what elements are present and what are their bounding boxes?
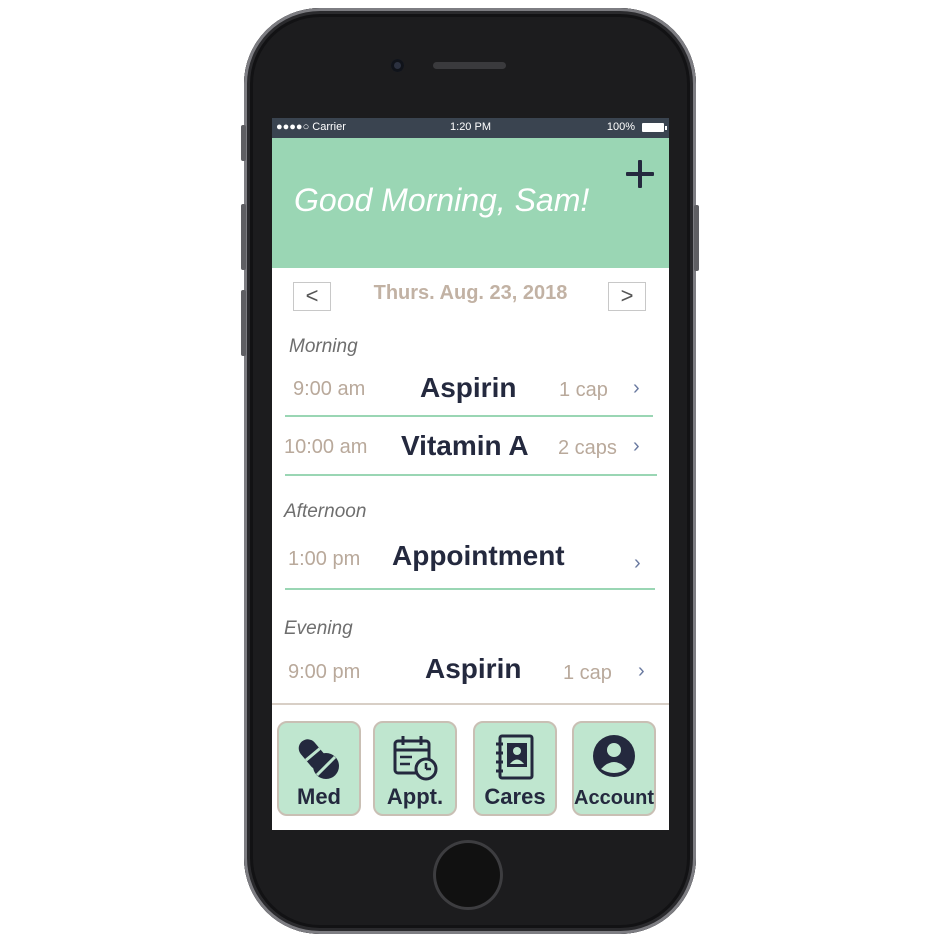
- user-circle-icon: [593, 735, 635, 777]
- item-time: 10:00 am: [284, 436, 368, 458]
- volume-down-button: [241, 290, 246, 356]
- item-title: Appointment: [392, 540, 565, 571]
- tab-label: Account: [574, 787, 654, 809]
- battery-icon: [642, 123, 667, 132]
- tab-label: Med: [297, 784, 341, 809]
- tab-account[interactable]: Account: [572, 721, 656, 816]
- front-camera: [391, 59, 404, 72]
- item-time: 1:00 pm: [288, 548, 361, 570]
- tab-label: Cares: [484, 784, 546, 809]
- pills-icon: [298, 739, 339, 779]
- section-evening: Evening: [284, 618, 353, 639]
- item-title: Aspirin: [425, 653, 522, 684]
- chevron-right-icon[interactable]: ›: [633, 377, 640, 400]
- volume-up-button: [241, 204, 246, 270]
- current-date: Thurs. Aug. 23, 2018: [373, 282, 568, 304]
- mute-switch: [241, 125, 246, 161]
- item-quantity: 1 cap: [559, 379, 608, 401]
- divider: [285, 415, 653, 417]
- app-screen: ●●●●○ Carrier 1:20 PM 100% Good Morning,…: [272, 118, 669, 830]
- greeting-title: Good Morning, Sam!: [294, 182, 590, 218]
- contact-book-icon: [496, 734, 534, 780]
- status-bar: ●●●●○ Carrier 1:20 PM 100%: [272, 118, 669, 138]
- calendar-clock-icon: [393, 736, 438, 781]
- chevron-right-icon[interactable]: ›: [633, 435, 640, 458]
- tab-bar-divider: [272, 703, 669, 705]
- divider: [285, 474, 657, 476]
- tab-label: Appt.: [386, 784, 444, 809]
- prev-day-button[interactable]: <: [293, 282, 331, 311]
- item-title: Aspirin: [420, 372, 517, 403]
- item-time: 9:00 pm: [288, 661, 361, 683]
- tab-cares[interactable]: Cares: [473, 721, 557, 816]
- divider: [285, 588, 655, 590]
- power-button: [694, 205, 699, 271]
- tab-med[interactable]: Med: [277, 721, 361, 816]
- battery-percent: 100%: [606, 121, 635, 133]
- item-quantity: 2 caps: [558, 437, 617, 459]
- earpiece-speaker: [433, 62, 506, 69]
- chevron-right-icon[interactable]: ›: [634, 552, 641, 575]
- chevron-right-icon[interactable]: ›: [638, 660, 645, 683]
- tab-appt[interactable]: Appt.: [373, 721, 457, 816]
- section-morning: Morning: [289, 336, 358, 357]
- item-quantity: 1 cap: [563, 662, 612, 684]
- greeting-header: Good Morning, Sam!: [272, 138, 669, 268]
- item-time: 9:00 am: [293, 378, 366, 400]
- plus-icon[interactable]: [624, 158, 656, 190]
- item-title: Vitamin A: [401, 430, 529, 461]
- section-afternoon: Afternoon: [284, 501, 367, 522]
- next-day-button[interactable]: >: [608, 282, 646, 311]
- home-button[interactable]: [433, 840, 503, 910]
